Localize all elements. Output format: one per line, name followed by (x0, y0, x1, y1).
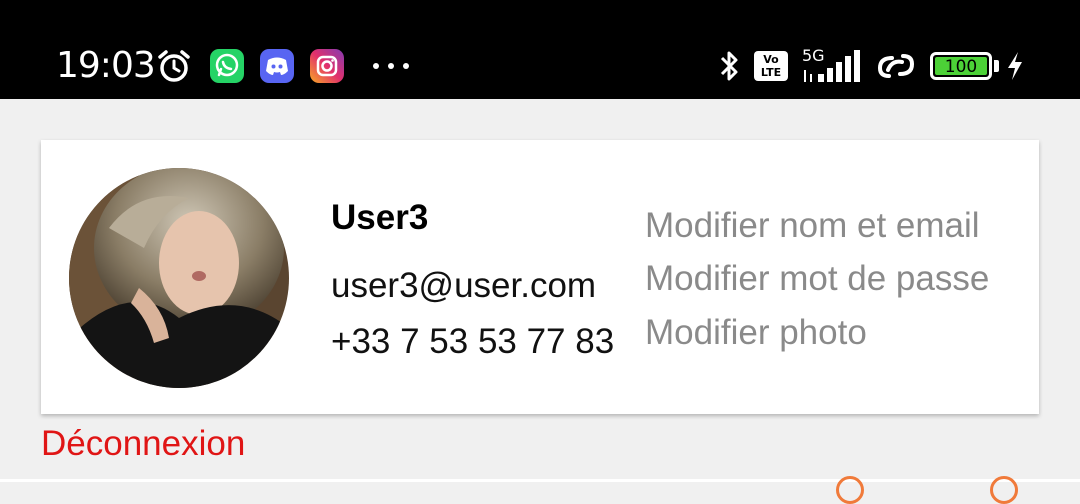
discord-icon (260, 49, 294, 83)
profile-avatar[interactable] (69, 168, 289, 388)
battery-tip (994, 60, 999, 72)
hotspot-icon (877, 54, 915, 78)
battery-icon: 100 (930, 52, 992, 80)
partial-circle-icon (836, 476, 864, 504)
whatsapp-icon (210, 49, 244, 83)
partial-circle-icon (990, 476, 1018, 504)
user-email: user3@user.com (331, 266, 597, 305)
edit-password-link[interactable]: Modifier mot de passe (645, 259, 989, 299)
profile-card: User3 user3@user.com +33 7 53 53 77 83 M… (41, 140, 1039, 414)
logout-button[interactable]: Déconnexion (41, 424, 245, 464)
avatar-photo (69, 168, 289, 388)
volte-bottom-label: LTE (760, 66, 782, 79)
edit-photo-link[interactable]: Modifier photo (645, 313, 867, 353)
status-bar: 19:03 Vo LTE 5G 100 (0, 0, 1080, 99)
user-name: User3 (331, 198, 429, 237)
signal-icon: 5G (802, 46, 866, 86)
bluetooth-icon (720, 51, 738, 81)
charging-icon (1008, 52, 1022, 80)
battery-level: 100 (935, 57, 987, 77)
more-icon (373, 63, 409, 69)
edit-name-email-link[interactable]: Modifier nom et email (645, 206, 980, 246)
user-phone: +33 7 53 53 77 83 (331, 322, 615, 361)
instagram-icon (310, 49, 344, 83)
alarm-icon (158, 50, 190, 82)
clock: 19:03 (56, 45, 156, 86)
volte-icon: Vo LTE (754, 51, 788, 81)
volte-top-label: Vo (763, 53, 779, 66)
